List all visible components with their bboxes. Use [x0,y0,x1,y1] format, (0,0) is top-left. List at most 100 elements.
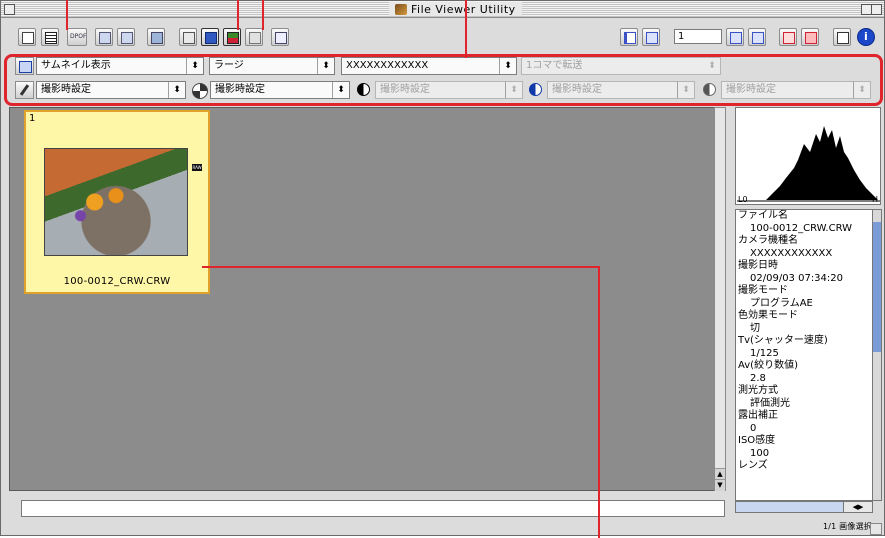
info-label: 測光方式 [738,385,778,396]
tone-value: 撮影時設定 [726,84,776,95]
save-button[interactable] [201,28,219,46]
dpof-label: DPOF [70,33,87,40]
title-bar[interactable]: File Viewer Utility [1,1,884,18]
select-arrow-icon: ⬍ [505,82,522,98]
eyedropper-button[interactable] [15,81,34,99]
info-label: レンズ [738,460,768,471]
wb-select[interactable]: 撮影時設定 ⬍ [36,81,186,99]
image-button[interactable] [147,28,165,46]
rotate-left-button[interactable] [95,28,113,46]
contrast-select[interactable]: 撮影時設定 ⬍ [375,81,523,99]
view2-button[interactable] [801,28,819,46]
page-number: 1 [678,31,685,42]
callout-line [237,0,239,30]
sharpness-select[interactable]: 撮影時設定 ⬍ [210,81,350,99]
sharpness-value: 撮影時設定 [215,84,265,95]
info-value: 100 [750,447,770,459]
first-page-button[interactable] [620,28,638,46]
info-label: 撮影日時 [738,260,778,271]
callout-line [202,266,600,268]
rotate-right-button[interactable] [117,28,135,46]
camera-value: XXXXXXXXXXXX [346,60,429,71]
view1-icon [783,32,795,44]
raw-badge-icon: RAW [192,164,202,171]
list-button[interactable] [41,28,59,46]
view1-button[interactable] [779,28,797,46]
image-icon [151,32,163,44]
eyedropper-icon [19,84,30,96]
tone-select[interactable]: 撮影時設定 ⬍ [721,81,871,99]
close-box[interactable] [4,4,15,15]
saturation-icon [529,83,542,96]
select-arrow-icon: ⬍ [332,82,349,98]
print-icon [227,32,239,44]
info-value: プログラムAE [750,297,813,309]
first-icon [624,32,636,44]
transfer-value: 1コマで転送 [526,60,583,71]
viewer-scrollbar[interactable]: ▲ ▼ [714,107,726,491]
thumb-size-value: ラージ [214,60,244,71]
wave-icon [275,32,287,44]
copy2-button[interactable] [179,28,197,46]
thumbnail-item[interactable]: 1 RAW 100-0012_CRW.CRW [24,110,210,294]
info-label: カメラ機種名 [738,235,798,246]
convert-button[interactable] [245,28,263,46]
info-value: XXXXXXXXXXXX [750,247,833,259]
last-page-button[interactable] [748,28,766,46]
select-arrow-icon: ⬍ [708,61,716,71]
copy-button[interactable] [18,28,36,46]
next-page-button[interactable] [726,28,744,46]
info-value: 0 [750,422,757,434]
select-arrow-icon: ⬍ [677,82,694,98]
info-icon: i [864,30,868,43]
horizontal-scroll-arrows-icon[interactable]: ◀▶ [843,501,873,513]
wb-value: 撮影時設定 [41,84,91,95]
page-number-field[interactable]: 1 [674,29,722,44]
comment-field[interactable] [21,500,725,517]
wave-button[interactable] [271,28,289,46]
view-options-row: サムネイル表示 ⬍ ラージ ⬍ XXXXXXXXXXXX ⬍ 1コマで転送 ⬍ [11,57,879,76]
collapse-box[interactable] [871,4,882,15]
scroll-down-icon[interactable]: ▼ [715,479,725,491]
info-scrollbar[interactable] [872,209,882,501]
copy-icon [22,32,34,44]
info-label: ファイル名 [738,210,788,221]
view2-icon [805,32,817,44]
image-settings-row: 撮影時設定 ⬍ 撮影時設定 ⬍ 撮影時設定 ⬍ 撮影時設定 ⬍ 撮影時設定 ⬍ [11,81,879,100]
saturation-value: 撮影時設定 [552,84,602,95]
dpof-button[interactable]: DPOF [67,28,87,46]
thumbnail-filename: 100-0012_CRW.CRW [63,276,171,287]
convert-icon [249,32,261,44]
callout-line [66,0,68,30]
saturation-select[interactable]: 撮影時設定 ⬍ [547,81,695,99]
callout-line [465,0,467,58]
info-button[interactable]: i [857,28,875,46]
view3-button[interactable] [833,28,851,46]
view-mode-select[interactable]: サムネイル表示 ⬍ [36,57,204,75]
info-value: 100-0012_CRW.CRW [750,222,853,234]
frame-button[interactable] [15,57,34,75]
prev-page-button[interactable] [642,28,660,46]
info-scroll-thumb[interactable] [873,222,881,352]
info-value: 02/09/03 07:34:20 [750,272,844,284]
transfer-select[interactable]: 1コマで転送 ⬍ [521,57,721,75]
callout-line [598,266,600,538]
view3-icon [837,32,849,44]
app-icon [395,3,407,15]
shooting-info-panel: ファイル名 100-0012_CRW.CRW カメラ機種名 XXXXXXXXXX… [735,209,873,501]
info-value: 1/125 [750,347,779,359]
resize-handle-icon[interactable] [870,523,882,535]
last-icon [752,32,764,44]
rotate-right-icon [121,32,133,44]
camera-select[interactable]: XXXXXXXXXXXX ⬍ [341,57,517,75]
contrast-icon [357,83,370,96]
thumbnail-viewer[interactable]: 1 RAW 100-0012_CRW.CRW [9,107,725,491]
select-arrow-icon: ⬍ [186,58,203,74]
info-label: 撮影モード [738,285,788,296]
callout-line [262,0,264,30]
next-icon [730,32,742,44]
info-label: Tv(シャッター速度) [738,335,828,346]
thumb-size-select[interactable]: ラージ ⬍ [209,57,335,75]
print-button[interactable] [223,28,241,46]
save-icon [205,32,217,44]
